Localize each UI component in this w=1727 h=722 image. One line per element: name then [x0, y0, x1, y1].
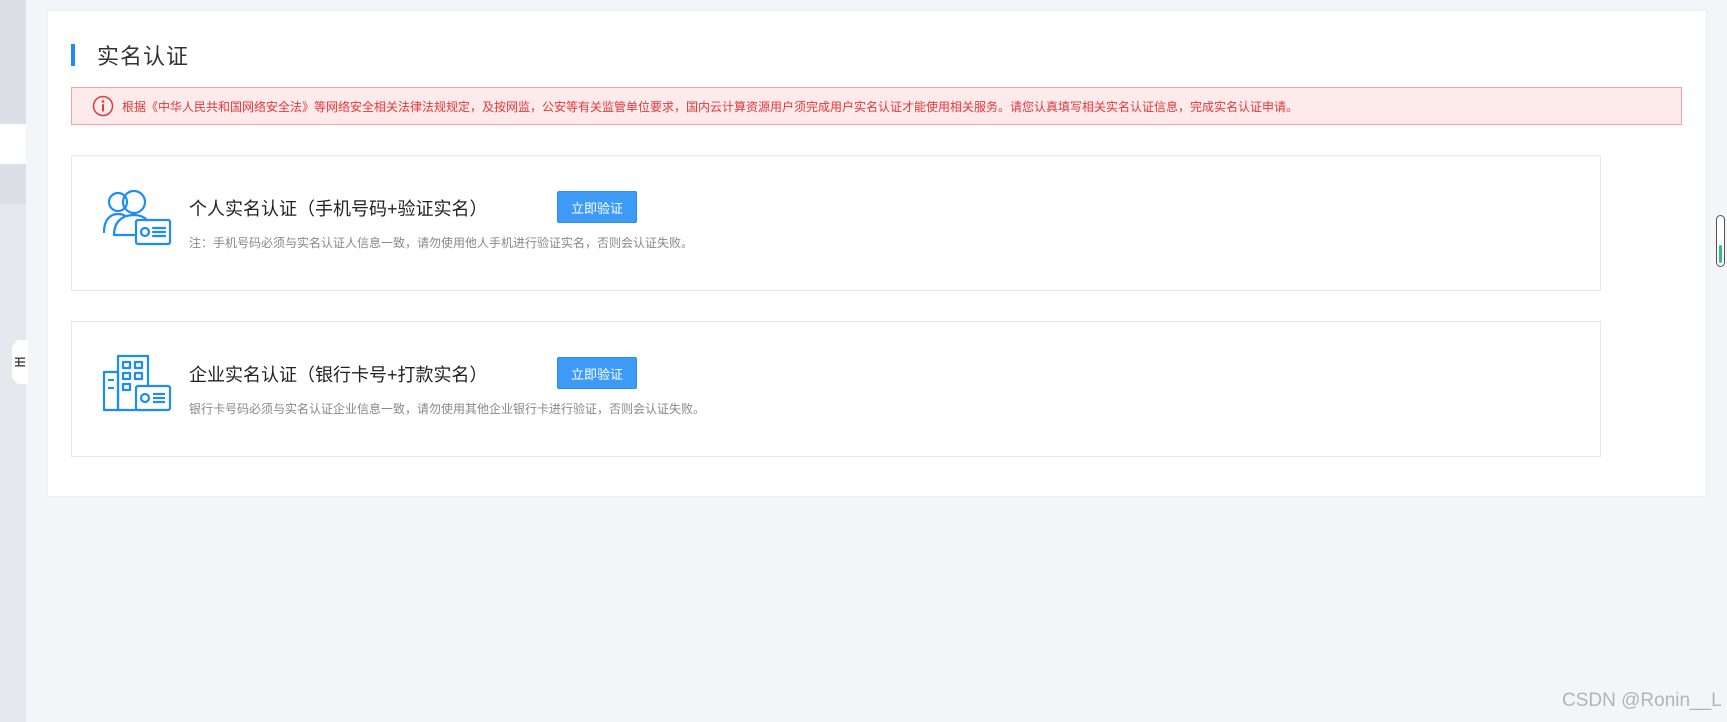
- enterprise-verify-button[interactable]: 立即验证: [557, 357, 637, 389]
- enterprise-verification-card: 企业实名认证（银行卡号+打款实名） 立即验证 银行卡号码必须与实名认证企业信息一…: [71, 321, 1601, 457]
- personal-verification-card: 个人实名认证（手机号码+验证实名） 立即验证 注：手机号码必须与实名认证人信息一…: [71, 155, 1601, 291]
- card-title: 个人实名认证（手机号码+验证实名）: [189, 199, 488, 219]
- scrollbar-thumb[interactable]: [1716, 215, 1725, 267]
- sidebar-block: [0, 164, 26, 204]
- scrollbar-indicator: [1719, 245, 1722, 263]
- sidebar-collapse-toggle[interactable]: [12, 340, 28, 384]
- card-note: 银行卡号码必须与实名认证企业信息一致，请勿使用其他企业银行卡进行验证，否则会认证…: [189, 402, 706, 416]
- notice-banner: 根据《中华人民共和国网络安全法》等网络安全相关法律法规规定，及按网监，公安等有关…: [71, 87, 1682, 125]
- card-note: 注：手机号码必须与实名认证人信息一致，请勿使用他人手机进行验证实名，否则会认证失…: [189, 236, 694, 250]
- building-id-card-icon: [102, 354, 172, 412]
- collapse-menu-icon: [15, 357, 25, 367]
- notice-text: 根据《中华人民共和国网络安全法》等网络安全相关法律法规规定，及按网监，公安等有关…: [122, 99, 1299, 114]
- page-title: 实名认证: [97, 44, 190, 69]
- info-circle-icon: [92, 95, 114, 117]
- personal-verify-button[interactable]: 立即验证: [557, 191, 637, 223]
- card-title: 企业实名认证（银行卡号+打款实名）: [189, 365, 488, 385]
- main-panel: 实名认证 根据《中华人民共和国网络安全法》等网络安全相关法律法规规定，及按网监，…: [47, 10, 1707, 497]
- title-accent-bar: [71, 44, 75, 66]
- page-header: 实名认证: [71, 39, 189, 71]
- sidebar-item-active[interactable]: [0, 124, 26, 164]
- sidebar-block: [0, 0, 26, 124]
- person-id-card-icon: [102, 189, 172, 246]
- watermark: CSDN @Ronin__L: [1562, 690, 1722, 711]
